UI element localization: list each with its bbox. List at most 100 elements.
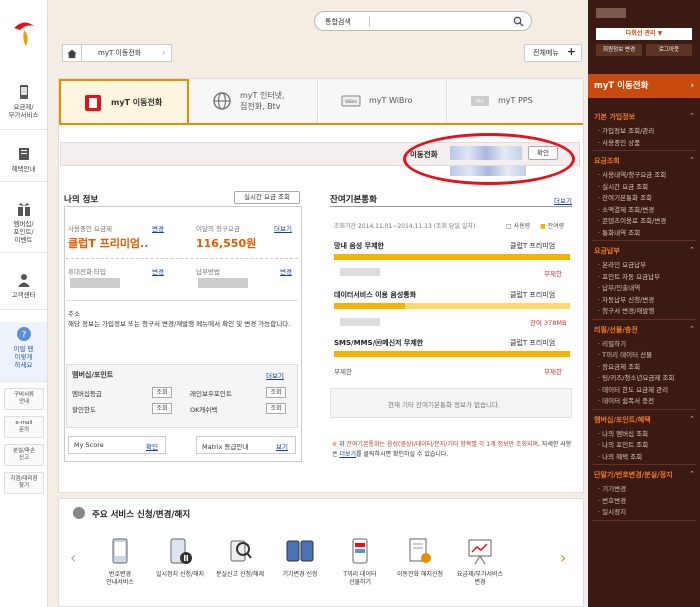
right-panel-category[interactable]: 리필/선물/충전 bbox=[594, 325, 638, 335]
user-name-blurred bbox=[596, 8, 626, 18]
right-panel-item[interactable]: · 가입정보 조회/관리 bbox=[598, 125, 654, 135]
service-cancel-line[interactable]: 이동전화 해지신청 bbox=[390, 535, 450, 579]
service-number-change[interactable]: 번호변경 안내서비스 bbox=[90, 535, 150, 586]
right-panel-item[interactable]: · 자동납부 신청/변경 bbox=[598, 294, 654, 304]
service-data-gift[interactable]: T끼리 데이터 선물하기 bbox=[330, 535, 390, 586]
right-panel-category[interactable]: 기본 가입정보 bbox=[594, 112, 635, 122]
rail-item-benefits[interactable]: 혜택안내 bbox=[0, 140, 47, 182]
member-info-change-button[interactable]: 회원정보 변경 bbox=[596, 44, 642, 56]
right-panel-item[interactable]: · 번호변경 bbox=[598, 495, 626, 505]
right-panel-category[interactable]: 멤버십/포인트/혜택 bbox=[594, 415, 651, 425]
right-panel-item[interactable]: · 기기변경 bbox=[598, 483, 626, 493]
right-panel-item[interactable]: · 납부/인출내역 bbox=[598, 282, 640, 292]
right-panel-item[interactable]: · 사용중인 상품 bbox=[598, 137, 640, 147]
chevron-up-icon[interactable]: ⌃ bbox=[689, 325, 695, 333]
right-panel-item[interactable]: · 온라인 요금납부 bbox=[598, 259, 646, 269]
cancel-document-icon bbox=[409, 538, 431, 563]
rail-item-customer-center[interactable]: 고객센터 bbox=[0, 268, 47, 310]
right-panel-category[interactable]: 단말기/번호변경/분실/정지 bbox=[594, 470, 673, 480]
services-next-arrow-icon[interactable]: › bbox=[560, 548, 566, 567]
payment-blurred bbox=[198, 278, 248, 288]
right-panel-item[interactable]: · 팅/키즈/청소년요금제 조회 bbox=[598, 372, 674, 382]
right-panel-item[interactable]: · 장요금제 조회 bbox=[598, 361, 640, 371]
multi-line-manage-button[interactable]: 다회선 관리 ▼ bbox=[596, 28, 692, 40]
chevron-up-icon[interactable]: ⌃ bbox=[689, 415, 695, 423]
tab-myt-mobile[interactable]: myT 이동전화 bbox=[59, 79, 189, 123]
right-panel-item[interactable]: · 데이터 한도 요금제 관리 bbox=[598, 384, 668, 394]
rainbow-point-lookup[interactable]: 조회 bbox=[266, 387, 286, 398]
right-panel-item[interactable]: · 나의 포인트 조회 bbox=[598, 439, 648, 449]
tab-myt-internet[interactable]: myT 인터넷, 집전화, Btv bbox=[190, 79, 318, 123]
rail-item-label: 멤버십/ 포인트/ 이벤트 bbox=[13, 220, 34, 244]
legend-used: □ 사용량 bbox=[506, 223, 531, 230]
rail-item-membership[interactable]: 멤버십/ 포인트/ 이벤트 bbox=[0, 195, 47, 253]
full-menu-button[interactable]: 전체메뉴 + bbox=[524, 44, 582, 62]
rail-item-howto[interactable]: ? 이럴 땐 이렇게 하세요 bbox=[0, 322, 47, 382]
remaining-bar-fill bbox=[334, 303, 405, 309]
search-input[interactable] bbox=[375, 15, 505, 28]
payment-change-link[interactable]: 변경 bbox=[280, 266, 292, 276]
remaining-item-value: 잔여 378MB bbox=[530, 319, 567, 327]
right-panel-divider bbox=[592, 150, 696, 151]
phone-type-change-link[interactable]: 변경 bbox=[152, 266, 164, 276]
matrix-label: Matrix 등급안내 bbox=[202, 443, 249, 451]
realtime-bill-button[interactable]: 실시간 요금 조회 bbox=[234, 191, 300, 204]
chevron-up-icon[interactable]: ⌃ bbox=[689, 156, 695, 164]
chevron-up-icon[interactable]: ⌃ bbox=[689, 246, 695, 254]
logout-button[interactable]: 로그아웃 bbox=[646, 44, 692, 56]
matrix-view-link[interactable]: 보기 bbox=[276, 441, 288, 451]
right-panel-item[interactable]: · 잔여기본통화 조회 bbox=[598, 192, 652, 202]
right-panel-category[interactable]: 요금납부 bbox=[594, 246, 620, 256]
right-panel-item[interactable]: · 일시정지 bbox=[598, 506, 626, 516]
chevron-up-icon[interactable]: ⌃ bbox=[689, 112, 695, 120]
service-plan-change[interactable]: 요금제/부가서비스 변경 bbox=[450, 535, 510, 586]
right-panel-item[interactable]: · 통화내역 조회 bbox=[598, 227, 640, 237]
service-device-change[interactable]: 기기변경 신청 bbox=[270, 535, 330, 579]
remaining-more-link[interactable]: 더보기 bbox=[554, 195, 572, 205]
tab-label: myT PPS bbox=[498, 96, 533, 105]
period-text: 조회기간 2014.11.01~2014.11.13 (조회 당일 일자) bbox=[334, 223, 476, 230]
tab-myt-pps[interactable]: PPS myT PPS bbox=[448, 79, 583, 123]
rail-store-finder[interactable]: 지점/대리점 찾기 bbox=[4, 472, 44, 494]
chevron-up-icon[interactable]: ⌃ bbox=[689, 470, 695, 478]
right-panel-head[interactable]: myT 이동전화 › bbox=[588, 74, 700, 98]
blurred-value bbox=[340, 318, 380, 326]
bill-more-link[interactable]: 더보기 bbox=[274, 223, 292, 233]
sk-telecom-logo-icon[interactable] bbox=[10, 18, 38, 48]
right-panel-item[interactable]: · 콘텐츠이용료 조회/변경 bbox=[598, 215, 666, 225]
right-panel-item[interactable]: · 리필하기 bbox=[598, 338, 626, 348]
myscore-confirm-link[interactable]: 확인 bbox=[146, 441, 158, 451]
right-panel-item[interactable]: · 포인트 자동 요금납부 bbox=[598, 271, 660, 281]
tab-myt-wibro[interactable]: WiBro myT WiBro bbox=[319, 79, 447, 123]
breadcrumb[interactable]: myT 이동전화 › bbox=[82, 44, 172, 62]
service-lost-report[interactable]: 분실신고 신청/해제 bbox=[210, 535, 270, 579]
phone-plan-icon bbox=[19, 85, 28, 99]
rail-email-inquiry[interactable]: e-mail 문의 bbox=[4, 416, 44, 438]
plus-icon: + bbox=[566, 45, 576, 58]
service-suspend[interactable]: 일시정지 신청/해지 bbox=[150, 535, 210, 579]
services-prev-arrow-icon[interactable]: ‹ bbox=[70, 548, 76, 567]
rail-lost-report[interactable]: 분실/파손 신고 bbox=[4, 444, 44, 466]
search-scope-label[interactable]: 통합검색 bbox=[325, 17, 351, 27]
right-panel-item[interactable]: · 나의 멤버십 조회 bbox=[598, 428, 648, 438]
rail-item-plans[interactable]: 요금제/ 부가서비스 bbox=[0, 80, 47, 130]
right-panel-item[interactable]: · 데이터 쉼폭서 충전 bbox=[598, 395, 654, 405]
discount-limit-lookup[interactable]: 조회 bbox=[152, 403, 172, 414]
divider bbox=[66, 258, 298, 259]
membership-more-link[interactable]: 더보기 bbox=[266, 370, 284, 380]
rail-docs-guide[interactable]: 구비서류 안내 bbox=[4, 388, 44, 410]
right-panel-category[interactable]: 요금조회 bbox=[594, 156, 620, 166]
right-panel-item[interactable]: · 실시간 요금 조회 bbox=[598, 181, 648, 191]
breadcrumb-home-button[interactable] bbox=[62, 44, 82, 62]
membership-grade-lookup[interactable]: 조회 bbox=[152, 387, 172, 398]
right-panel-item[interactable]: · 청구서 변경/재발행 bbox=[598, 305, 654, 315]
remaining-title: 잔여기본통화 bbox=[330, 195, 377, 205]
right-panel-item[interactable]: · 소액결제 조회/변경 bbox=[598, 204, 654, 214]
right-panel-item[interactable]: · T끼리 데이터 선물 bbox=[598, 349, 652, 359]
right-panel-item[interactable]: · 나의 혜택 조회 bbox=[598, 451, 642, 461]
ok-cashbag-lookup[interactable]: 조회 bbox=[266, 403, 286, 414]
note-more-link[interactable]: 더보기 bbox=[339, 451, 356, 458]
search-icon[interactable] bbox=[513, 16, 524, 27]
plan-change-link[interactable]: 변경 bbox=[152, 223, 164, 233]
right-panel-item[interactable]: · 사용내역/청구요금 조회 bbox=[598, 169, 666, 179]
